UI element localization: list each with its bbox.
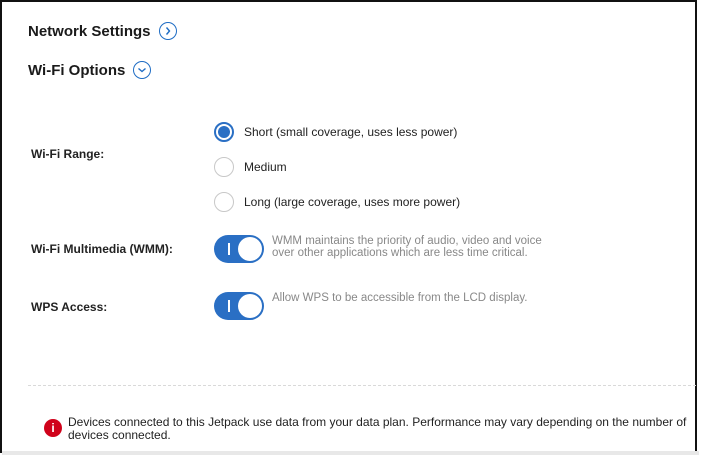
divider [28, 385, 696, 386]
network-settings-header[interactable]: Network Settings [28, 22, 177, 40]
wmm-description: WMM maintains the priority of audio, vid… [272, 235, 542, 259]
notice-text: Devices connected to this Jetpack use da… [68, 415, 687, 442]
chevron-down-icon [138, 67, 147, 73]
wps-setting: Allow WPS to be accessible from the LCD … [214, 292, 562, 320]
chevron-right-icon [165, 27, 170, 35]
network-settings-title: Network Settings [28, 22, 151, 40]
radio-label: Medium [244, 160, 287, 174]
radio-button[interactable] [214, 192, 234, 212]
radio-button[interactable] [214, 122, 234, 142]
wmm-label: Wi-Fi Multimedia (WMM): [31, 242, 173, 256]
wps-description: Allow WPS to be accessible from the LCD … [272, 292, 528, 304]
radio-button[interactable] [214, 157, 234, 177]
bottom-edge [2, 451, 699, 455]
settings-panel: Network Settings Wi-Fi Options Wi-Fi Ran… [0, 0, 699, 455]
expand-network-settings-button[interactable] [158, 22, 177, 40]
wps-label: WPS Access: [31, 300, 108, 314]
wps-toggle[interactable] [214, 292, 264, 320]
wifi-range-option-short[interactable]: Short (small coverage, uses less power) [214, 122, 457, 142]
info-icon: i [44, 419, 62, 437]
radio-label: Short (small coverage, uses less power) [244, 125, 458, 139]
wmm-toggle[interactable] [214, 235, 264, 263]
wifi-options-header[interactable]: Wi-Fi Options [28, 61, 152, 79]
wifi-range-option-long[interactable]: Long (large coverage, uses more power) [214, 192, 460, 212]
wifi-options-title: Wi-Fi Options [28, 61, 126, 79]
wifi-range-label: Wi-Fi Range: [31, 147, 105, 161]
radio-label: Long (large coverage, uses more power) [244, 195, 461, 209]
wifi-range-option-medium[interactable]: Medium [214, 157, 287, 177]
collapse-wifi-options-button[interactable] [133, 61, 152, 79]
wmm-setting: WMM maintains the priority of audio, vid… [214, 235, 562, 263]
data-usage-notice: i Devices connected to this Jetpack use … [44, 416, 701, 442]
